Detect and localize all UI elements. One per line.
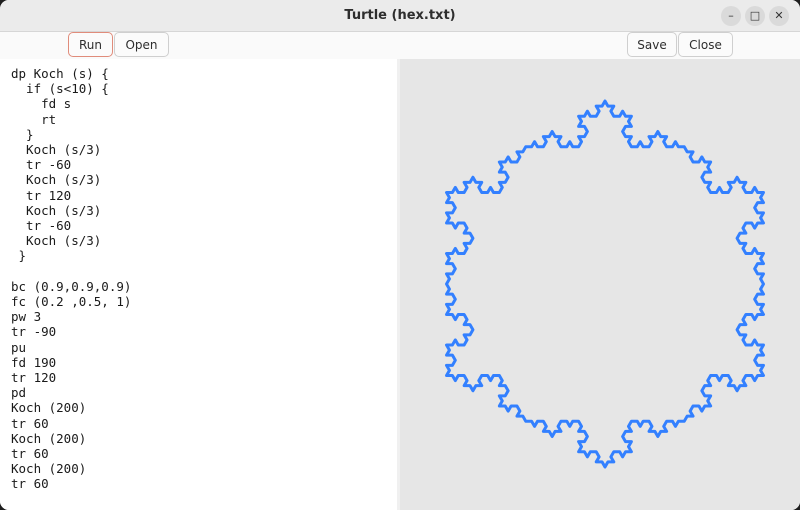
title-bar: Turtle (hex.txt) – □ ✕: [0, 0, 800, 32]
maximize-icon[interactable]: □: [745, 6, 765, 26]
open-button[interactable]: Open: [114, 32, 169, 57]
code-text[interactable]: dp Koch (s) { if (s<10) { fd s rt } Koch…: [0, 59, 397, 492]
close-button[interactable]: Close: [678, 32, 733, 57]
turtle-canvas: [400, 59, 800, 510]
save-button[interactable]: Save: [627, 32, 677, 57]
toolbar: Run Open Save Close: [0, 32, 800, 59]
koch-drawing: [400, 59, 800, 510]
run-button[interactable]: Run: [68, 32, 113, 57]
code-editor[interactable]: dp Koch (s) { if (s<10) { fd s rt } Koch…: [0, 59, 397, 510]
app-window: Turtle (hex.txt) – □ ✕ Run Open Save Clo…: [0, 0, 800, 510]
window-title: Turtle (hex.txt): [344, 8, 456, 23]
koch-curve-path: [445, 99, 765, 469]
minimize-icon[interactable]: –: [721, 6, 741, 26]
close-window-icon[interactable]: ✕: [769, 6, 789, 26]
